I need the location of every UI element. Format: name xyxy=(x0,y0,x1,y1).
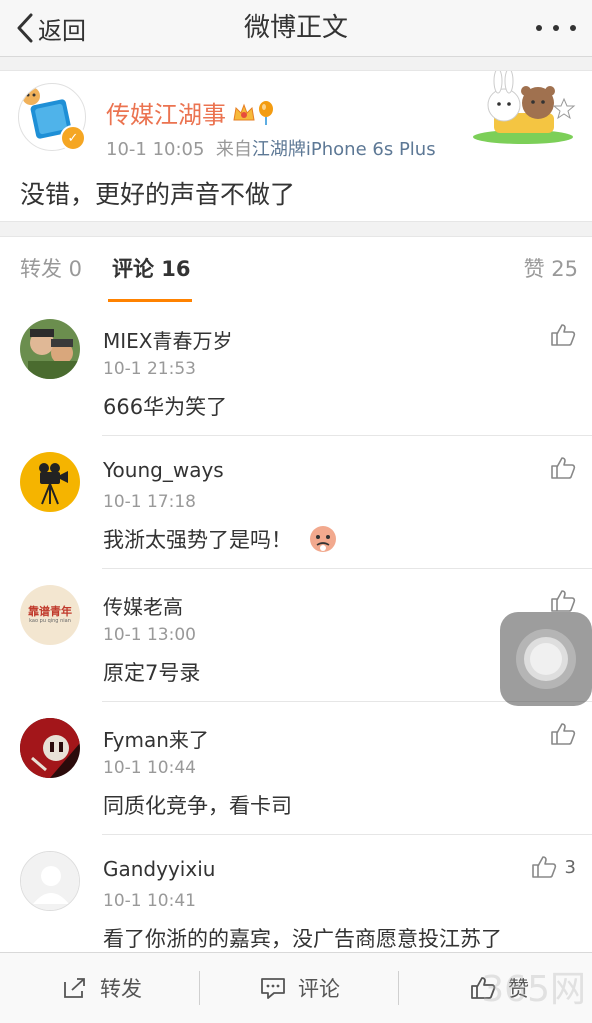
bottom-action-bar: 转发 评论 赞 xyxy=(0,952,592,1023)
post-time: 10-1 10:05 xyxy=(106,139,205,160)
avatar-text: 靠谱青年 xyxy=(28,604,72,618)
like-button[interactable] xyxy=(550,456,576,480)
like-button[interactable] xyxy=(550,323,576,347)
comment-item: Gandyyixiu 10-1 10:41 看了你浙的的嘉宾，没广告商愿意投江苏… xyxy=(0,835,592,953)
comment-item: MIEX青春万岁 10-1 21:53 666华为笑了 xyxy=(0,303,592,436)
more-dot xyxy=(570,25,576,31)
comment-item: Young_ways 10-1 17:18 我浙太强势了是吗！ xyxy=(0,436,592,569)
commenter-name[interactable]: MIEX青春万岁 xyxy=(103,325,233,354)
thumbs-up-icon xyxy=(531,856,556,878)
commenter-avatar[interactable] xyxy=(20,718,80,778)
back-label: 返回 xyxy=(38,16,86,45)
thumbs-up-icon xyxy=(551,590,576,612)
like-button[interactable] xyxy=(550,589,576,613)
like-button[interactable]: 3 xyxy=(531,855,576,879)
commenter-avatar[interactable]: 靠谱青年 kao pu qing nian xyxy=(20,585,80,645)
comment-item: Fyman来了 10-1 10:44 同质化竞争，看卡司 xyxy=(0,702,592,835)
tab-like[interactable]: 赞 25 xyxy=(524,237,578,303)
source-prefix: 来自 xyxy=(215,139,252,160)
balloon-badge-icon xyxy=(259,100,273,125)
comment-time: 10-1 10:41 xyxy=(103,891,196,911)
commenter-name[interactable]: Gandyyixiu xyxy=(103,857,215,881)
assistive-center xyxy=(530,643,562,675)
more-button[interactable] xyxy=(536,10,576,46)
thumbs-up-icon xyxy=(551,457,576,479)
thumbs-up-icon xyxy=(551,723,576,745)
comment-time: 10-1 21:53 xyxy=(103,359,196,379)
commenter-avatar[interactable] xyxy=(20,319,80,379)
comment-text: 我浙太强势了是吗！ xyxy=(103,524,338,554)
more-dot xyxy=(553,25,559,31)
comment-text-content: 我浙太强势了是吗！ xyxy=(103,528,292,552)
tab-bar: 转发 0 评论 16 赞 25 xyxy=(0,236,592,304)
repost-label: 转发 xyxy=(100,977,142,1001)
comment-text: 看了你浙的的嘉宾，没广告商愿意投江苏了 xyxy=(103,927,502,951)
commenter-name[interactable]: Fyman来了 xyxy=(103,724,209,753)
post-text: 没错，更好的声音不做了 xyxy=(20,180,296,209)
tab-comment[interactable]: 评论 16 xyxy=(112,237,191,303)
comment-text: 同质化竞争，看卡司 xyxy=(103,794,292,818)
assistive-touch-button[interactable] xyxy=(500,612,592,706)
active-tab-indicator xyxy=(108,299,192,302)
page-title: 微博正文 xyxy=(243,13,348,43)
back-button[interactable]: 返回 xyxy=(16,8,86,48)
author-avatar[interactable]: ✓ xyxy=(18,83,86,151)
like-label: 赞 xyxy=(508,977,529,1001)
post-meta: 10-1 10:05 来自江湖牌iPhone 6s Plus xyxy=(106,135,436,161)
comment-bubble-icon xyxy=(261,978,285,999)
comment-text: 666华为笑了 xyxy=(103,395,228,419)
divider xyxy=(199,971,200,1005)
card-sticker xyxy=(468,68,578,149)
more-dot xyxy=(536,25,542,31)
commenter-name[interactable]: Young_ways xyxy=(103,458,224,482)
crown-badge-icon xyxy=(233,103,255,120)
repost-button[interactable]: 转发 xyxy=(62,953,142,1023)
commenter-name[interactable]: 传媒老高 xyxy=(103,591,183,620)
tab-repost[interactable]: 转发 0 xyxy=(20,237,82,303)
share-icon xyxy=(64,978,85,998)
comment-button[interactable]: 评论 xyxy=(260,953,340,1023)
commenter-avatar[interactable] xyxy=(20,851,80,911)
divider xyxy=(398,971,399,1005)
comment-label: 评论 xyxy=(298,977,340,1001)
post-source[interactable]: 江湖牌iPhone 6s Plus xyxy=(252,139,436,160)
nav-bar: 返回 微博正文 xyxy=(0,0,592,57)
like-button[interactable] xyxy=(550,722,576,746)
like-post-button[interactable]: 赞 xyxy=(470,953,529,1023)
commenter-avatar[interactable] xyxy=(20,452,80,512)
verified-badge-icon: ✓ xyxy=(60,125,86,151)
post-author[interactable]: 传媒江湖事 xyxy=(106,95,276,130)
comment-time: 10-1 13:00 xyxy=(103,625,196,645)
thumbs-up-icon xyxy=(551,324,576,346)
author-name: 传媒江湖事 xyxy=(106,101,226,129)
thumbs-up-icon xyxy=(471,977,496,999)
post-card: ✓ 传媒江湖事 10-1 10:05 来自江湖牌iPhone 6s Plus 没… xyxy=(0,68,592,222)
comment-text: 原定7号录 xyxy=(103,661,201,685)
like-count: 3 xyxy=(564,856,576,878)
comment-time: 10-1 10:44 xyxy=(103,758,196,778)
comment-time: 10-1 17:18 xyxy=(103,492,196,512)
avatar-subtext: kao pu qing nian xyxy=(29,617,71,624)
angry-face-emoji-icon xyxy=(310,526,336,552)
chevron-left-icon xyxy=(17,13,33,43)
